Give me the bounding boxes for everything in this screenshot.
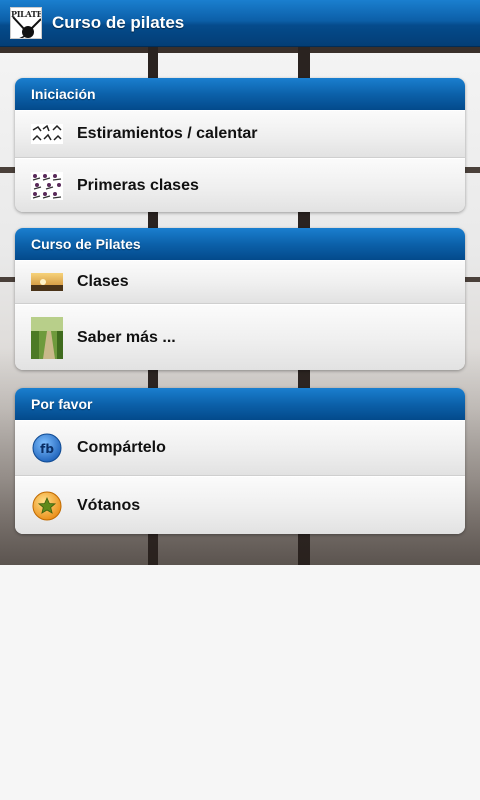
svg-text:fb: fb (40, 442, 54, 456)
list-item-votanos[interactable]: Vótanos (15, 476, 465, 534)
app-header: PILATES Curso de pilates (0, 0, 480, 47)
exercise-figures-icon (31, 171, 63, 200)
list-item-estiramientos[interactable]: Estiramientos / calentar (15, 110, 465, 158)
list-item-label: Estiramientos / calentar (77, 125, 258, 142)
stretching-figures-icon (31, 124, 63, 144)
list-item-compartelo[interactable]: fb Compártelo (15, 420, 465, 476)
star-rate-icon (31, 491, 63, 521)
group-header-por-favor: Por favor (15, 388, 465, 420)
group-por-favor: Por favor fb Compártelo Vótanos (15, 388, 465, 534)
group-header-curso-pilates: Curso de Pilates (15, 228, 465, 260)
group-iniciacion: Iniciación Estiramientos / calentar Prim… (15, 78, 465, 212)
list-item-label: Vótanos (77, 496, 141, 514)
app-title: Curso de pilates (52, 13, 185, 32)
list-item-label: Saber más ... (77, 328, 176, 346)
group-header-iniciacion: Iniciación (15, 78, 465, 110)
list-item-label: Compártelo (77, 439, 166, 456)
group-curso-pilates: Curso de Pilates Clases Saber más ... (15, 228, 465, 370)
pilates-logo-icon: PILATES (10, 7, 42, 39)
sunset-photo-icon (31, 273, 63, 291)
list-item-primeras-clases[interactable]: Primeras clases (15, 158, 465, 212)
list-item-label: Primeras clases (77, 176, 199, 194)
list-item-label: Clases (77, 273, 129, 290)
path-photo-icon (31, 316, 63, 359)
list-item-saber-mas[interactable]: Saber más ... (15, 304, 465, 370)
list-item-clases[interactable]: Clases (15, 260, 465, 304)
facebook-icon: fb (31, 433, 63, 463)
